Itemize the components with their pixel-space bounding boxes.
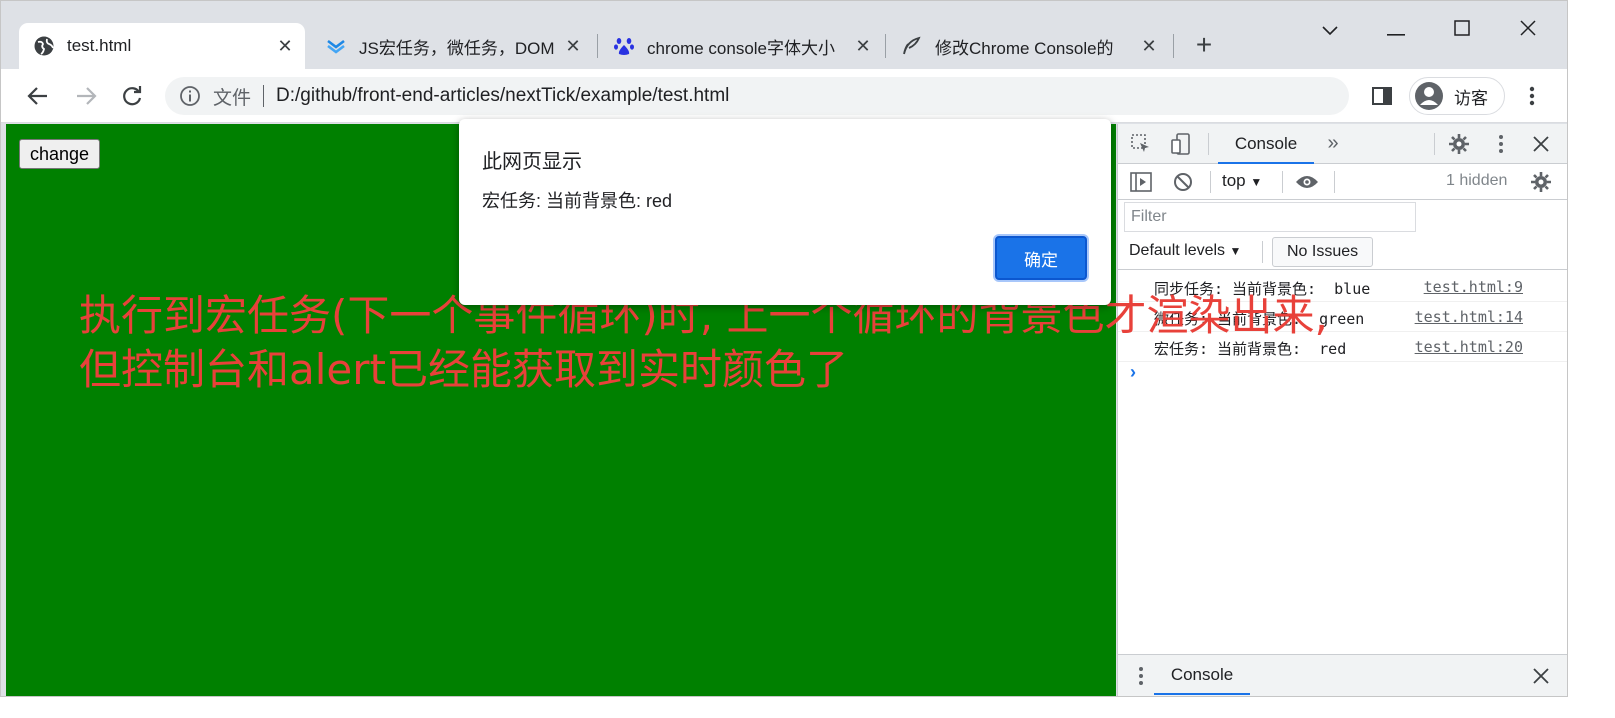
omnibox-divider — [263, 85, 265, 107]
close-devtools-icon[interactable] — [1528, 131, 1554, 157]
tab-separator — [885, 34, 886, 58]
background-strip — [1568, 0, 1615, 718]
tab-title: JS宏任务，微任务，DOM — [359, 38, 555, 58]
minimize-button[interactable] — [1381, 15, 1411, 45]
browser-toolbar: 文件 D:/github/front-end-articles/nextTick… — [1, 69, 1567, 123]
side-panel-icon[interactable] — [1365, 79, 1399, 113]
close-icon[interactable]: ✕ — [275, 36, 295, 56]
toolbar-divider — [1282, 171, 1283, 193]
maximize-button[interactable] — [1447, 15, 1477, 45]
tab-separator — [597, 34, 598, 58]
console-toolbar: top ▼ 1 hidden — [1118, 164, 1567, 200]
close-icon[interactable]: ✕ — [853, 36, 873, 56]
eye-icon[interactable] — [1294, 169, 1320, 195]
tab-test-html[interactable]: test.html ✕ — [19, 23, 305, 69]
context-label: top — [1222, 171, 1246, 190]
tab-title: chrome console字体大小 — [647, 38, 836, 58]
tab-chrome-console-font[interactable]: chrome console字体大小 ✕ — [599, 23, 883, 69]
profile-button[interactable]: 访客 — [1409, 77, 1505, 115]
kebab-menu-icon[interactable] — [1515, 79, 1549, 113]
gear-icon[interactable] — [1446, 131, 1472, 157]
dialog-title: 此网页显示 — [482, 151, 582, 173]
drawer-tab-console[interactable]: Console — [1154, 655, 1250, 695]
devtools-drawer: Console — [1118, 654, 1567, 696]
info-icon[interactable] — [179, 85, 201, 107]
toolbar-divider — [1208, 133, 1209, 155]
tab-title: 修改Chrome Console的 — [935, 38, 1114, 58]
devtools-menu-icon[interactable] — [1488, 131, 1514, 157]
alert-dialog: 此网页显示 宏任务: 当前背景色: red 确定 — [459, 119, 1111, 305]
tab-js-tasks[interactable]: JS宏任务，微任务，DOM ✕ — [311, 23, 593, 69]
drawer-menu-icon[interactable] — [1128, 663, 1154, 689]
baidu-paw-icon — [613, 35, 635, 57]
tab-strip: test.html ✕ JS宏任务，微任务，DOM ✕ chrome conso… — [1, 1, 1567, 69]
tab-console[interactable]: Console — [1218, 124, 1314, 164]
devtools-tab-bar: Console » — [1118, 124, 1567, 164]
log-levels-dropdown[interactable]: Default levels ▼ — [1129, 242, 1241, 260]
log-level-bar: Default levels ▼ No Issues — [1118, 234, 1567, 270]
issues-button[interactable]: No Issues — [1272, 237, 1374, 267]
close-icon[interactable]: ✕ — [1139, 36, 1159, 56]
annotation-line-2: 但控制台和alert已经能获取到实时颜色了 — [79, 345, 848, 394]
avatar-icon — [1414, 81, 1444, 111]
inspect-element-icon[interactable] — [1128, 131, 1154, 157]
sidebar-toggle-icon[interactable] — [1128, 169, 1154, 195]
annotation-text: 执行到宏任务(下一个事件循环)时, 上一个循环的背景色才渲染出来, 但控制台和a… — [79, 289, 1567, 397]
feather-icon — [901, 35, 923, 57]
scheme-label: 文件 — [213, 87, 252, 109]
forward-button[interactable] — [69, 79, 103, 113]
layers-icon — [325, 35, 347, 57]
globe-icon — [33, 35, 55, 57]
dialog-message: 宏任务: 当前背景色: red — [482, 191, 673, 211]
clear-console-icon[interactable] — [1170, 169, 1196, 195]
tab-separator — [1173, 34, 1174, 58]
more-tabs-icon[interactable]: » — [1320, 130, 1346, 156]
reload-button[interactable] — [115, 79, 149, 113]
url-text[interactable]: D:/github/front-end-articles/nextTick/ex… — [276, 85, 729, 107]
hidden-count: 1 hidden — [1446, 172, 1508, 189]
context-selector[interactable]: top ▼ — [1222, 171, 1262, 191]
devtools-panel: Console » top ▼ 1 hidden Filter Default … — [1117, 124, 1567, 696]
profile-name: 访客 — [1454, 88, 1488, 108]
filter-input[interactable]: Filter — [1124, 202, 1416, 232]
tab-title: test.html — [67, 36, 132, 55]
browser-window: test.html ✕ JS宏任务，微任务，DOM ✕ chrome conso… — [0, 0, 1568, 697]
new-tab-button[interactable]: + — [1189, 31, 1219, 61]
tab-modify-chrome-console[interactable]: 修改Chrome Console的 ✕ — [887, 23, 1169, 69]
back-button[interactable] — [21, 79, 55, 113]
close-drawer-icon[interactable] — [1528, 663, 1554, 689]
dropdown-arrow-icon: ▼ — [1250, 175, 1263, 189]
change-button[interactable]: change — [19, 139, 101, 169]
tab-search-icon[interactable] — [1315, 15, 1345, 45]
dropdown-arrow-icon: ▼ — [1229, 244, 1242, 258]
log-levels-label: Default levels — [1129, 242, 1226, 259]
close-window-button[interactable] — [1513, 15, 1543, 45]
device-toolbar-icon[interactable] — [1168, 131, 1194, 157]
address-bar[interactable]: 文件 D:/github/front-end-articles/nextTick… — [165, 77, 1349, 115]
toolbar-divider — [1210, 171, 1211, 193]
toolbar-divider — [1262, 241, 1263, 263]
console-settings-icon[interactable] — [1528, 169, 1554, 195]
close-icon[interactable]: ✕ — [563, 36, 583, 56]
toolbar-divider — [1334, 171, 1335, 193]
ok-button[interactable]: 确定 — [995, 236, 1087, 280]
toolbar-divider — [1434, 133, 1435, 155]
